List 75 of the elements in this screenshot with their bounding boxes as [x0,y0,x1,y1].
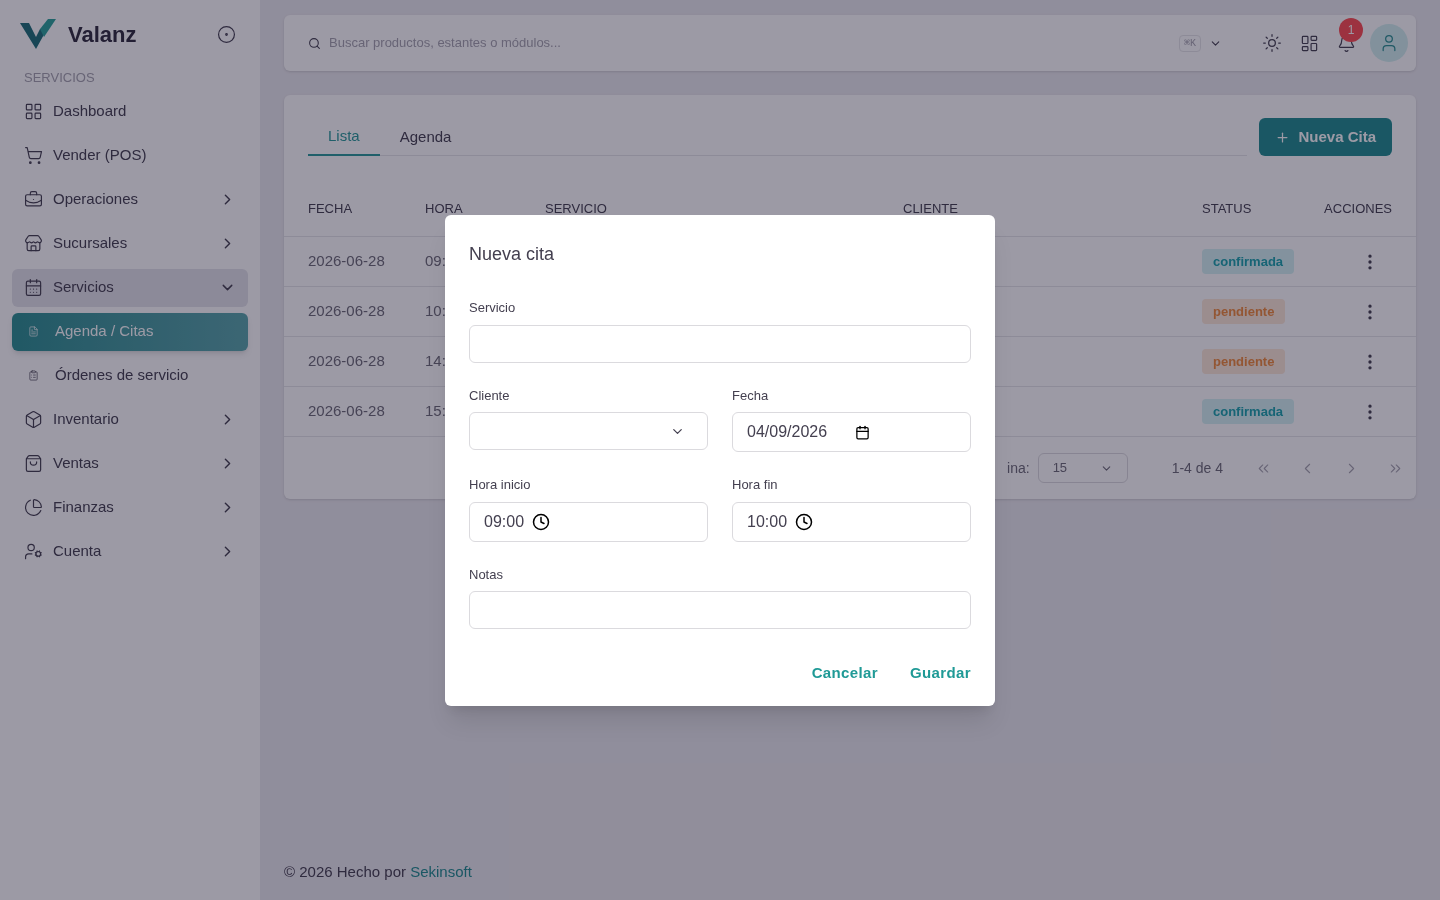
column-header: FECHA [308,200,354,219]
rows-per-page-label: ina: [1007,458,1030,478]
calendar-icon [24,278,43,297]
tab[interactable]: Agenda [379,119,472,156]
theme-toggle-icon[interactable] [1262,33,1282,53]
dialog-title: Nueva cita [469,243,556,266]
dialog-button[interactable]: Guardar [910,662,971,685]
sidebar-item[interactable]: Sucursales [12,224,248,263]
briefcase-icon [24,190,43,209]
footer-text: © 2026 Hecho por Sekinsoft [284,861,473,882]
field-label: Hora inicio [469,476,532,494]
sidebar-item[interactable]: Dashboard [12,92,248,131]
document-icon [28,370,39,381]
table-cell-text: 2026-06-28 [308,251,385,272]
status-badge: confirmada [1202,248,1295,275]
page-size-select[interactable]: 15 [1037,453,1128,483]
field-label: Cliente [469,386,511,405]
date-field[interactable]: 04/09/2026 [732,412,971,452]
search-icon [308,36,321,50]
status-badge: pendiente [1202,298,1286,325]
input-field[interactable] [469,591,971,629]
sidebar-item[interactable]: Servicios [12,268,248,307]
time-field[interactable]: 10:00 [732,501,971,542]
status-badge: confirmada [1202,398,1295,425]
column-header: CLIENTE [903,200,959,219]
column-header: HORA [425,200,464,219]
input-field[interactable] [469,324,971,363]
field-label: Fecha [732,386,770,405]
sidebar-item[interactable]: Operaciones [12,180,248,219]
pie-chart-icon [24,498,43,517]
sidebar-item[interactable]: Ventas [12,444,248,483]
new-appointment-button[interactable]: Nueva Cita [1259,118,1392,156]
sidebar-item[interactable]: Cuenta [12,532,248,571]
user-avatar[interactable] [1370,24,1408,62]
sidebar-subitem[interactable]: Órdenes de servicio [12,356,248,395]
page-range: 1-4 de 4 [1171,458,1223,478]
collapse-toggle-icon[interactable] [217,24,236,44]
table-cell-text: 15: [425,401,446,422]
cart-icon [24,146,43,165]
sidebar-item[interactable]: Finanzas [12,488,248,527]
bag-icon [24,454,43,473]
table-cell-text: 2026-06-28 [308,351,385,372]
column-header: STATUS [1202,200,1253,219]
sidebar-item[interactable]: Vender (POS) [12,136,248,175]
clock-icon [532,512,551,531]
logo-icon [20,19,56,49]
calendar-icon [855,424,871,440]
plus-icon [1275,129,1291,145]
table-cell-text: 09: [425,251,446,272]
store-icon [24,234,43,253]
box-icon [24,410,43,429]
document-icon [28,326,39,337]
user-gear-icon [24,542,43,561]
footer-link[interactable]: Sekinsoft [410,862,472,880]
table-cell-text: 10: [425,301,446,322]
field-label: Hora fin [732,476,779,494]
status-badge: pendiente [1202,348,1286,375]
clock-icon [795,512,814,531]
apps-icon[interactable] [1300,33,1319,53]
table-cell-text: 2026-06-28 [308,301,385,322]
field-label: Notas [469,565,504,584]
sidebar-subitem[interactable]: Agenda / Citas [12,312,248,351]
grid-icon [24,102,43,121]
column-header: ACCIONES [1324,200,1392,219]
table-cell-text: 14: [425,351,446,372]
select-field[interactable] [469,412,708,450]
sidebar-item[interactable]: Inventario [12,400,248,439]
table-cell-text: 2026-06-28 [308,401,385,422]
time-field[interactable]: 09:00 [469,501,708,542]
field-label: Servicio [469,299,517,317]
dialog-button[interactable]: Cancelar [811,662,878,685]
notification-badge: 1 [1339,17,1363,42]
column-header: SERVICIO [545,200,608,219]
tab[interactable]: Lista [308,119,380,156]
brand-name: Valanz [68,20,137,49]
